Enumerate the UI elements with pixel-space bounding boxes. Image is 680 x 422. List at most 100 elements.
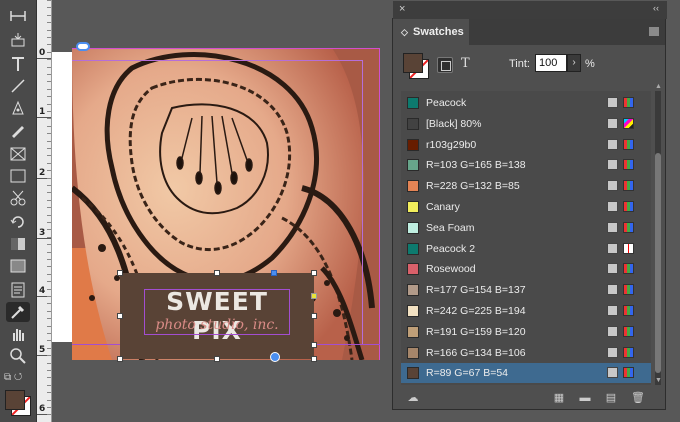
resize-handle-t[interactable]: [214, 270, 220, 276]
swatch-color-chip: [407, 180, 419, 193]
swatches-panel: × ‹‹ ◇ Swatches T Tint: 100 › % Peacock […: [392, 1, 667, 410]
scrollbar-thumb[interactable]: [655, 153, 661, 373]
swatch-color-mode-icon: [623, 305, 634, 316]
swatch-name: R=166 G=134 B=106: [426, 346, 526, 359]
swatch-row[interactable]: R=228 G=132 B=85: [401, 176, 651, 196]
swatch-scrollbar[interactable]: ▲ ▼: [653, 83, 663, 385]
gradient-feather-tool-icon[interactable]: [6, 256, 30, 276]
swatch-row[interactable]: Sea Foam: [401, 218, 651, 238]
rectangle-frame-tool-icon[interactable]: [6, 144, 30, 164]
gap-tool-icon[interactable]: [6, 6, 30, 26]
resize-handle-l[interactable]: [117, 313, 123, 319]
ruler-number: 1: [39, 107, 46, 117]
swatch-row[interactable]: R=166 G=134 B=106: [401, 343, 651, 363]
swatch-name: Peacock 2: [426, 242, 476, 255]
tint-stepper[interactable]: ›: [567, 54, 581, 72]
ruler-tick-minor: [47, 81, 51, 82]
formatting-container-icon[interactable]: [437, 57, 453, 73]
swatch-row[interactable]: r103g29b0: [401, 135, 651, 155]
type-tool-icon[interactable]: [6, 54, 30, 74]
scroll-down-icon[interactable]: ▼: [655, 377, 662, 384]
resize-handle-tr[interactable]: [311, 270, 317, 276]
swatch-views-icon[interactable]: ▦: [553, 392, 565, 404]
ruler-tick-minor: [47, 363, 51, 364]
hand-tool-icon[interactable]: [6, 324, 30, 344]
text-frame-inner: [144, 289, 290, 335]
resize-handle-r2[interactable]: [311, 342, 317, 348]
swatch-row[interactable]: Canary: [401, 197, 651, 217]
ruler-tick-minor: [47, 333, 51, 334]
document-canvas[interactable]: SWEET PIX photo studio, inc.: [52, 0, 392, 422]
swatch-process-type-icon: [607, 284, 618, 296]
close-icon[interactable]: ×: [399, 3, 405, 15]
swatch-row[interactable]: R=242 G=225 B=194: [401, 301, 651, 321]
swatch-row[interactable]: [Black] 80%: [401, 114, 651, 134]
ruler-tick-minor: [47, 22, 51, 23]
swatch-color-chip: [407, 201, 419, 213]
resize-handle-r[interactable]: [311, 313, 317, 319]
swatch-name: Peacock: [426, 97, 467, 109]
ruler-tick-minor: [47, 296, 51, 297]
zoom-tool-icon[interactable]: [6, 346, 30, 366]
line-tool-icon[interactable]: [6, 76, 30, 96]
ruler-tick-minor: [47, 370, 51, 371]
swatch-row[interactable]: R=103 G=165 B=138: [401, 155, 651, 175]
ruler-tick-minor: [47, 170, 51, 171]
resize-handle-bl[interactable]: [117, 356, 123, 362]
cc-libraries-icon[interactable]: ☁: [405, 392, 421, 404]
swatch-row[interactable]: Rosewood: [401, 259, 651, 279]
tint-input[interactable]: 100: [535, 54, 567, 72]
page-edge: [52, 52, 72, 342]
resize-handle-br[interactable]: [311, 356, 317, 362]
toolbar-fill-stroke[interactable]: [5, 390, 31, 416]
ruler-tick-minor: [47, 67, 51, 68]
logo-frame[interactable]: SWEET PIX photo studio, inc.: [120, 273, 314, 359]
resize-handle-tl[interactable]: [117, 270, 123, 276]
link-icon[interactable]: [76, 42, 90, 51]
delete-swatch-icon[interactable]: 🗑: [631, 392, 645, 404]
formatting-text-icon[interactable]: T: [461, 56, 470, 71]
swatch-color-chip: [407, 221, 419, 234]
resize-handle-b[interactable]: [214, 356, 220, 362]
scroll-up-icon[interactable]: ▲: [655, 83, 662, 90]
swatch-color-mode-icon: [623, 325, 634, 337]
swatch-process-type-icon: [607, 159, 618, 171]
pen-tool-icon[interactable]: [6, 98, 30, 118]
ruler-tick-minor: [47, 318, 51, 319]
pencil-tool-icon[interactable]: [6, 120, 30, 140]
rectangle-tool-icon[interactable]: [6, 166, 30, 186]
swatch-row[interactable]: Peacock 2: [401, 239, 651, 259]
vertical-ruler[interactable]: 0 1 2 3 4 5 6: [37, 0, 52, 422]
expand-panel-icon[interactable]: ◇: [401, 27, 408, 38]
swatch-row[interactable]: Peacock: [401, 93, 651, 113]
content-grabber-icon[interactable]: [270, 352, 280, 362]
tint-label: Tint:: [509, 58, 530, 70]
swatch-row[interactable]: R=89 G=67 B=54: [401, 363, 651, 384]
swatch-process-type-icon: [607, 201, 618, 212]
scissors-tool-icon[interactable]: [6, 188, 30, 208]
ruler-tick-minor: [47, 244, 51, 245]
swatch-list[interactable]: Peacock [Black] 80% r103g29b0 R=103 G=165 B…: [401, 91, 651, 385]
content-collector-icon[interactable]: [6, 30, 30, 50]
eyedropper-tool-icon[interactable]: [6, 302, 30, 322]
ruler-tick-minor: [47, 281, 51, 282]
ruler-tick-minor: [47, 133, 51, 134]
new-color-group-icon[interactable]: ▬: [579, 392, 591, 404]
anchor-handle[interactable]: [271, 270, 277, 276]
collapse-icon[interactable]: ‹‹: [653, 3, 659, 13]
swatch-row[interactable]: R=191 G=159 B=120: [401, 322, 651, 342]
free-transform-tool-icon[interactable]: [6, 212, 30, 232]
panel-title-bar[interactable]: × ‹‹: [393, 1, 667, 19]
swatch-row[interactable]: R=177 G=154 B=137: [401, 280, 651, 300]
tab-swatches[interactable]: ◇ Swatches: [393, 19, 469, 45]
fill-stroke-selector[interactable]: [403, 53, 429, 79]
ruler-number: 3: [39, 228, 46, 238]
swatch-name: R=177 G=154 B=137: [426, 284, 526, 297]
corner-options-handle[interactable]: [311, 293, 317, 299]
new-swatch-icon[interactable]: ▤: [605, 392, 617, 404]
swap-fill-stroke-icon[interactable]: ⧉ ↺: [4, 372, 32, 386]
fill-swatch[interactable]: [403, 53, 423, 73]
gradient-swatch-tool-icon[interactable]: [6, 234, 30, 254]
panel-menu-icon[interactable]: [649, 27, 659, 36]
note-tool-icon[interactable]: [6, 280, 30, 300]
